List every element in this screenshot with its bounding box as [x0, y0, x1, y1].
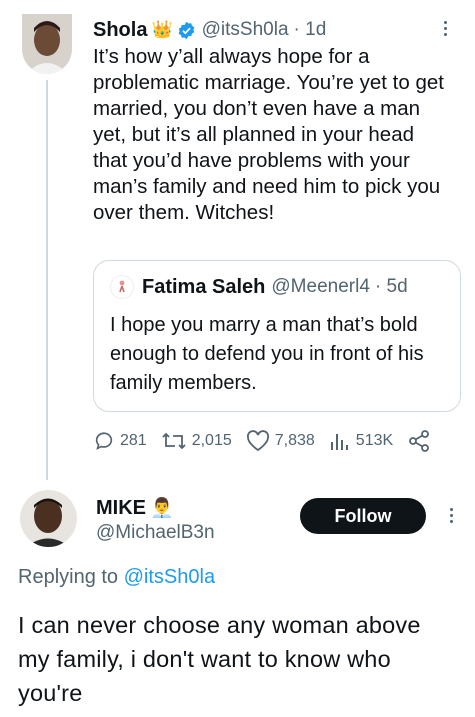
quoted-tweet-header: Fatima Saleh @Meenerl4 · 5d: [110, 275, 408, 299]
author-name[interactable]: Shola: [93, 19, 147, 42]
views-button[interactable]: 513K: [329, 430, 393, 452]
avatar[interactable]: [20, 490, 77, 547]
reply-icon: [95, 432, 113, 450]
reply-button[interactable]: 281: [93, 430, 147, 452]
retweet-icon: [162, 432, 186, 450]
views-icon: [330, 434, 348, 450]
follow-button[interactable]: Follow: [300, 498, 426, 534]
quoted-avatar: [110, 275, 134, 299]
view-count: 513K: [355, 432, 394, 449]
reply-author-header: MIKE 👨‍💼: [96, 496, 178, 520]
tweet-time[interactable]: · 1d: [294, 19, 327, 41]
share-button[interactable]: [407, 430, 436, 452]
quoted-tweet-text: I hope you marry a man that’s bold enoug…: [110, 314, 424, 394]
like-count: 7,838: [274, 432, 315, 449]
reply-author-handle[interactable]: @MichaelB3n: [96, 522, 215, 544]
quoted-tweet-time: · 5d: [374, 276, 408, 297]
reply-author-name[interactable]: MIKE: [96, 497, 146, 520]
reply-count: 281: [120, 432, 147, 449]
replying-to-prefix: Replying to: [18, 566, 119, 588]
tweet-header: Shola 👑 @itsSh0la · 1d: [93, 14, 326, 46]
like-button[interactable]: 7,838: [246, 430, 315, 452]
author-handle[interactable]: @itsSh0la: [202, 19, 289, 41]
office-worker-emoji: 👨‍💼: [150, 498, 174, 519]
retweet-count: 2,015: [191, 432, 232, 449]
tweet-actions-bar: 281 2,015 7,838 513K: [93, 426, 453, 456]
quoted-author-name: Fatima Saleh: [142, 275, 266, 298]
quoted-author-handle: @Meenerl4: [271, 276, 370, 297]
retweet-button[interactable]: 2,015: [161, 430, 232, 452]
reply-tweet-text: I can never choose any woman above my fa…: [18, 612, 421, 706]
avatar[interactable]: [22, 14, 72, 74]
tweet-text: It’s how y’all always hope for a problem…: [93, 45, 444, 224]
more-options-icon[interactable]: [440, 18, 450, 39]
replying-to: Replying to @itsSh0la: [18, 566, 215, 589]
thread-connector-line: [46, 80, 48, 480]
more-options-icon[interactable]: [446, 505, 456, 526]
share-icon: [409, 430, 430, 452]
heart-icon: [246, 430, 269, 452]
crown-emoji: 👑: [151, 20, 173, 39]
verified-badge-icon: [177, 21, 196, 40]
replying-to-mention[interactable]: @itsSh0la: [124, 566, 215, 588]
quoted-tweet[interactable]: Fatima Saleh @Meenerl4 · 5d I hope you m…: [93, 260, 461, 412]
